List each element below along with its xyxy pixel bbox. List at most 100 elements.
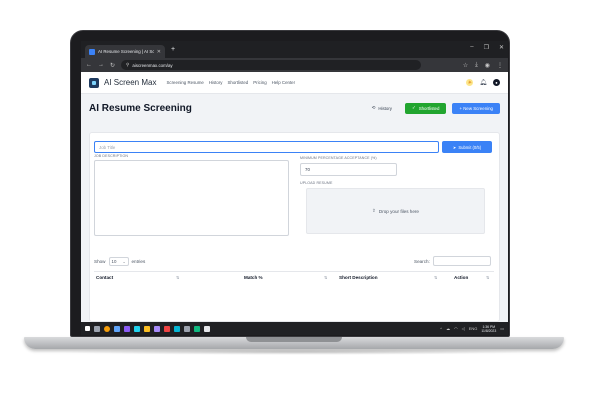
screening-card: Job Title ➤ Submit (0/5) JOB DESCRIPTION… [89, 132, 500, 322]
sort-icon[interactable]: ⇅ [324, 275, 327, 280]
cloud-icon[interactable]: ☁ [446, 326, 450, 331]
app-icon[interactable] [174, 325, 180, 332]
search-label: Search: [414, 258, 430, 264]
job-description-textarea[interactable] [94, 160, 289, 236]
check-icon: ✓ [412, 105, 416, 110]
dropzone-text: Drop your files here [378, 208, 419, 214]
app-icon[interactable] [184, 325, 190, 332]
clock-date: 11/8/2023 [481, 328, 497, 333]
browser-tab[interactable]: AI Resume Screening | AI Scree... ✕ [85, 45, 165, 58]
bookmark-icon[interactable]: ☆ [463, 62, 468, 69]
file-explorer-icon[interactable] [144, 325, 150, 332]
new-screening-button-label: + New Screening [459, 105, 493, 111]
chrome-icon[interactable] [104, 325, 110, 332]
job-description-label: JOB DESCRIPTION [94, 154, 129, 158]
history-button[interactable]: ⟲ History [365, 103, 399, 114]
site-info-icon[interactable]: ⚲ [126, 62, 129, 68]
brand-name[interactable]: AI Screen Max [104, 78, 156, 87]
favicon-icon [89, 48, 95, 55]
reload-icon[interactable]: ↻ [110, 62, 115, 69]
close-tab-icon[interactable]: ✕ [157, 49, 161, 55]
notification-bell-icon[interactable]: 🔔︎ [479, 79, 487, 86]
new-screening-button[interactable]: + New Screening [452, 102, 500, 114]
visual-studio-icon[interactable] [124, 325, 130, 332]
page-size-value: 10 [111, 259, 117, 264]
search-input[interactable] [432, 256, 491, 266]
threshold-input[interactable]: 70 [300, 163, 397, 176]
search-icon[interactable] [94, 325, 100, 332]
nav-link-screening-resume[interactable]: Screening Resume [166, 80, 203, 85]
shortlisted-button[interactable]: ✓ Shortlisted [405, 102, 447, 114]
theme-toggle-icon[interactable]: ☀ [466, 79, 474, 86]
table-header: Contact ⇅ Match % ⇅ Short Description ⇅ … [94, 271, 494, 283]
back-icon[interactable]: ← [86, 62, 92, 68]
url-text: aiscreenmax.com/ay [132, 62, 173, 68]
os-taskbar: ^ ☁ ◠ ◁ ENG 1:36 PM 11/8/2023 ▭ [81, 322, 508, 335]
maximize-button[interactable]: ❐ [484, 44, 489, 51]
browser-tools: ☆ ⤓ ◉ ⋮ [463, 62, 503, 69]
menu-icon[interactable]: ⋮ [497, 62, 503, 69]
forward-icon[interactable]: → [98, 62, 104, 68]
nav-link-pricing[interactable]: Pricing [253, 80, 266, 85]
notification-icon[interactable]: ▭ [500, 326, 504, 331]
sort-icon[interactable]: ⇅ [434, 275, 437, 280]
column-match[interactable]: Match % [244, 275, 263, 280]
file-dropzone[interactable]: ⇪ Drop your files here [306, 188, 485, 234]
browser-toolbar: ← → ↻ ⚲ aiscreenmax.com/ay ☆ ⤓ ◉ ⋮ [81, 58, 508, 72]
laptop-notch [246, 337, 342, 342]
download-icon[interactable]: ⤓ [475, 62, 478, 69]
system-tray: ^ ☁ ◠ ◁ ENG 1:36 PM 11/8/2023 ▭ [440, 325, 504, 333]
upload-label: UPLOAD RESUME [300, 181, 333, 185]
nav-link-shortlisted[interactable]: Shortlisted [227, 80, 248, 85]
nav-link-history[interactable]: History [209, 80, 223, 85]
column-contact[interactable]: Contact [96, 275, 113, 280]
app-icon[interactable] [164, 325, 170, 332]
threshold-label: MINIMUM PERCENTAGE ACCEPTANCE (%) [300, 156, 377, 160]
submit-button-label: Submit (0/5) [458, 144, 482, 150]
chevron-up-icon[interactable]: ^ [440, 326, 442, 331]
screen: AI Resume Screening | AI Scree... ✕ + – … [81, 41, 508, 335]
edge-icon[interactable] [114, 325, 120, 332]
tab-title: AI Resume Screening | AI Scree... [98, 49, 154, 54]
nav-links: Screening Resume History Shortlisted Pri… [166, 80, 295, 85]
history-button-label: History [378, 105, 392, 111]
job-title-input[interactable]: Job Title [94, 141, 439, 153]
volume-icon[interactable]: ◁ [462, 326, 465, 331]
page-size-select[interactable]: 10 ⌄ [108, 257, 129, 266]
column-action[interactable]: Action [454, 275, 468, 280]
brand-logo-icon[interactable] [89, 77, 99, 88]
teams-icon[interactable] [154, 325, 160, 332]
user-avatar-icon[interactable]: ● [493, 79, 500, 86]
show-label: Show [94, 259, 106, 264]
entries-label: entries [131, 259, 146, 264]
send-icon: ➤ [452, 144, 457, 150]
submit-button[interactable]: ➤ Submit (0/5) [442, 141, 492, 153]
language-indicator[interactable]: ENG [469, 326, 478, 331]
minimize-button[interactable]: – [470, 44, 473, 51]
laptop-shadow [60, 349, 530, 355]
top-navbar: AI Screen Max Screening Resume History S… [81, 72, 508, 94]
sort-icon[interactable]: ⇅ [486, 275, 489, 280]
sort-icon[interactable]: ⇅ [176, 275, 179, 280]
close-window-button[interactable]: ✕ [499, 44, 504, 51]
page-size-control: Show 10 ⌄ entries [94, 257, 145, 266]
start-icon[interactable] [85, 326, 90, 331]
header-actions: ⟲ History ✓ Shortlisted + New Screening [365, 102, 500, 114]
page-title: AI Resume Screening [89, 102, 192, 114]
history-icon: ⟲ [371, 105, 376, 110]
browser-tabbar: AI Resume Screening | AI Scree... ✕ + – … [81, 41, 508, 58]
app-icon[interactable] [194, 325, 200, 332]
nav-link-help-center[interactable]: Help Center [272, 80, 295, 85]
app-icon[interactable] [204, 325, 210, 332]
column-short-description[interactable]: Short Description [339, 275, 378, 280]
profile-icon[interactable]: ◉ [485, 62, 490, 69]
shortlisted-button-label: Shortlisted [418, 105, 440, 111]
upload-icon: ⇪ [372, 208, 376, 213]
laptop-frame: AI Resume Screening | AI Scree... ✕ + – … [0, 0, 612, 408]
wifi-icon[interactable]: ◠ [454, 326, 458, 331]
vscode-icon[interactable] [134, 325, 140, 332]
address-bar[interactable]: ⚲ aiscreenmax.com/ay [121, 60, 422, 70]
page-header: AI Resume Screening ⟲ History ✓ Shortlis… [81, 94, 508, 122]
clock[interactable]: 1:36 PM 11/8/2023 [481, 325, 496, 333]
new-tab-button[interactable]: + [171, 46, 175, 53]
